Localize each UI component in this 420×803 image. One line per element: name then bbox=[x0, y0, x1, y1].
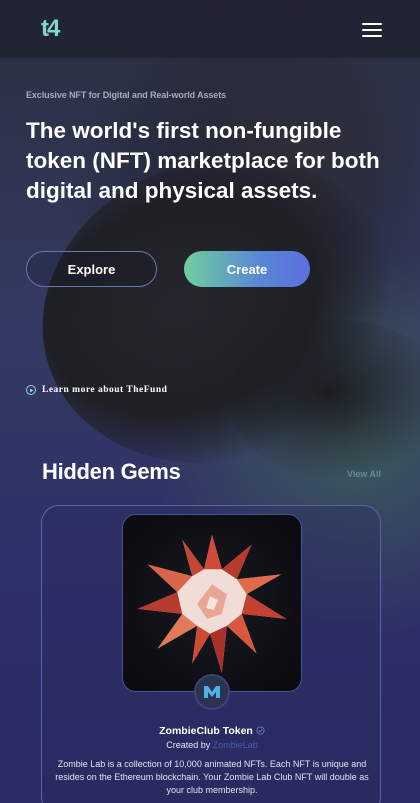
section-title: Hidden Gems bbox=[42, 459, 181, 484]
hero-headline: The world's first non-fungible token (NF… bbox=[26, 118, 380, 203]
created-by-line: Created by ZombieLab bbox=[42, 740, 382, 750]
hero-eyebrow: Exclusive NFT for Digital and Real-world… bbox=[26, 90, 227, 100]
explore-button[interactable]: Explore bbox=[26, 251, 157, 287]
creator-link[interactable]: ZombieLab bbox=[213, 740, 258, 750]
token-name[interactable]: ZombieClub Token bbox=[42, 725, 382, 737]
menu-line bbox=[362, 35, 382, 37]
learn-more-label: Learn more about TheFund bbox=[42, 385, 168, 395]
menu-line bbox=[362, 23, 382, 25]
nft-card[interactable]: ZombieClub Token Created by ZombieLab Zo… bbox=[41, 505, 381, 803]
menu-line bbox=[362, 29, 382, 31]
brand-logo[interactable]: t4 bbox=[41, 17, 60, 41]
learn-more-link[interactable]: Learn more about TheFund bbox=[26, 385, 167, 395]
creator-avatar[interactable] bbox=[194, 674, 230, 710]
play-icon bbox=[26, 385, 36, 395]
top-navbar: t4 bbox=[0, 0, 420, 58]
create-button[interactable]: Create bbox=[184, 251, 310, 287]
nft-image[interactable] bbox=[122, 514, 302, 692]
verified-icon bbox=[256, 726, 265, 735]
nft-description: Zombie Lab is a collection of 10,000 ani… bbox=[55, 759, 369, 795]
token-name-label: ZombieClub Token bbox=[159, 725, 253, 737]
view-all-link[interactable]: View All bbox=[347, 469, 381, 479]
hamburger-menu-icon[interactable] bbox=[362, 23, 382, 37]
created-by-prefix: Created by bbox=[166, 740, 211, 750]
